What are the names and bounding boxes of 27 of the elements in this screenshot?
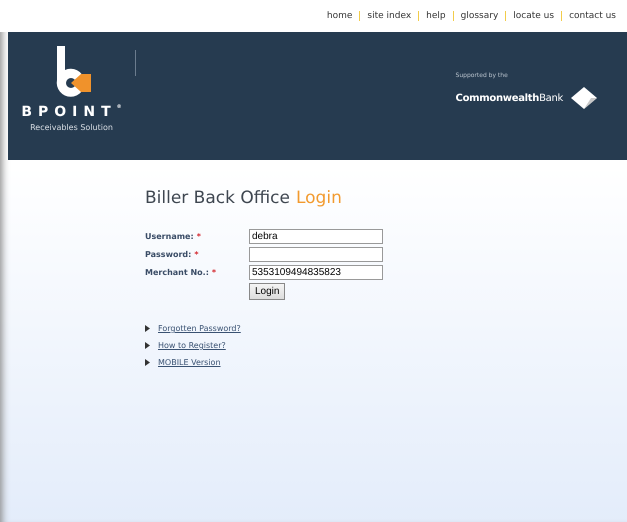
field-label: Username: (145, 232, 194, 241)
nav-link[interactable]: locate us (505, 11, 562, 21)
bank-name: CommonwealthBank (456, 92, 563, 104)
text-link[interactable]: MOBILE Version (158, 358, 221, 367)
chevron-icon (145, 359, 150, 366)
input-field[interactable] (249, 247, 383, 262)
login-button[interactable]: Login (249, 283, 286, 300)
text-link[interactable]: How to Register? (158, 341, 226, 350)
required-mark: * (194, 250, 199, 259)
required-mark: * (212, 268, 216, 277)
nav-link[interactable]: glossary (452, 11, 506, 21)
nav-link[interactable]: home (320, 11, 360, 21)
page-title: Biller Back Office (145, 188, 290, 208)
text-link[interactable]: Forgotten Password? (158, 324, 241, 333)
input-field[interactable]: 5353109494835823 (249, 265, 383, 280)
chevron-icon (145, 325, 150, 332)
chevron-icon (145, 342, 150, 349)
diamond-icon (571, 87, 597, 109)
nav-link[interactable]: help (418, 11, 453, 21)
nav-link[interactable]: site index (359, 11, 418, 21)
nav-link[interactable]: contact us (561, 11, 623, 21)
input-field[interactable]: debra (249, 229, 383, 244)
title-accent: Login (296, 188, 342, 208)
required-mark: * (196, 232, 201, 241)
field-label: Password: (145, 250, 192, 259)
field-label: Merchant No.: (145, 268, 209, 277)
tagline: Receivables Solution (30, 123, 113, 132)
